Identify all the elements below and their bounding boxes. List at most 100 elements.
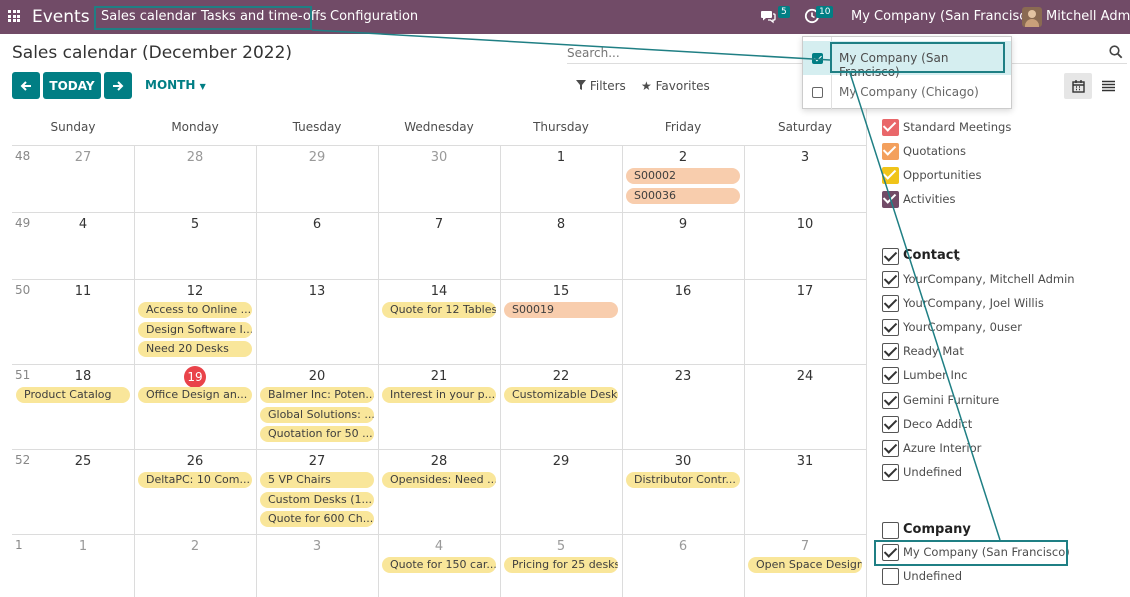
calendar-event[interactable]: Product Catalog bbox=[16, 387, 130, 403]
day-number[interactable]: 28 bbox=[180, 150, 210, 165]
day-number[interactable]: 27 bbox=[68, 150, 98, 165]
calendar-view-button[interactable] bbox=[1064, 73, 1092, 99]
day-number[interactable]: 29 bbox=[302, 150, 332, 165]
user-name[interactable]: Mitchell Admin bbox=[1046, 9, 1130, 24]
contact-checkbox[interactable] bbox=[882, 319, 899, 337]
day-number[interactable]: 1 bbox=[68, 539, 98, 554]
calendar-event[interactable]: Quote for 12 Tables bbox=[382, 302, 496, 318]
contact-checkbox[interactable] bbox=[882, 295, 899, 313]
chat-icon[interactable] bbox=[760, 8, 776, 28]
day-number[interactable]: 21 bbox=[424, 369, 454, 384]
scale-dropdown[interactable]: MONTH ▼ bbox=[145, 78, 206, 92]
day-number[interactable]: 2 bbox=[668, 150, 698, 165]
day-number[interactable]: 22 bbox=[546, 369, 576, 384]
calendar-event[interactable]: Access to Online ... bbox=[138, 302, 252, 318]
day-number[interactable]: 7 bbox=[424, 217, 454, 232]
calendar-event[interactable]: Quote for 150 car... bbox=[382, 557, 496, 573]
chevron-down-icon[interactable]: ⌄ bbox=[953, 250, 963, 264]
company-checkbox[interactable] bbox=[882, 568, 899, 585]
user-avatar[interactable] bbox=[1022, 7, 1042, 27]
contact-all-checkbox[interactable] bbox=[882, 248, 899, 265]
day-number[interactable]: 31 bbox=[790, 454, 820, 469]
day-number[interactable]: 20 bbox=[302, 369, 332, 384]
day-number[interactable]: 14 bbox=[424, 284, 454, 299]
day-number[interactable]: 4 bbox=[424, 539, 454, 554]
list-view-button[interactable] bbox=[1094, 73, 1122, 99]
day-number[interactable]: 10 bbox=[790, 217, 820, 232]
day-number[interactable]: 3 bbox=[790, 150, 820, 165]
contact-checkbox[interactable] bbox=[882, 415, 899, 433]
apps-grid-icon[interactable] bbox=[8, 10, 20, 22]
calendar-event[interactable]: S00002 bbox=[626, 168, 740, 184]
calendar-event[interactable]: Distributor Contr... bbox=[626, 472, 740, 488]
filters-button[interactable]: Filters bbox=[576, 79, 626, 93]
menu-configuration[interactable]: Configuration bbox=[330, 9, 418, 24]
company-switcher[interactable]: My Company (San Francisco) bbox=[851, 9, 1039, 24]
day-number[interactable]: 6 bbox=[668, 539, 698, 554]
calendar-event[interactable]: S00019 bbox=[504, 302, 618, 318]
day-number[interactable]: 29 bbox=[546, 454, 576, 469]
day-number[interactable]: 30 bbox=[424, 150, 454, 165]
contact-checkbox[interactable] bbox=[882, 271, 899, 288]
day-number[interactable]: 28 bbox=[424, 454, 454, 469]
day-number[interactable]: 5 bbox=[180, 217, 210, 232]
day-number[interactable]: 3 bbox=[302, 539, 332, 554]
contact-checkbox[interactable] bbox=[882, 463, 899, 481]
calendar-event[interactable]: Office Design an... bbox=[138, 387, 252, 403]
company-option-checkbox[interactable] bbox=[812, 87, 823, 98]
calendar-event[interactable]: Global Solutions: ... bbox=[260, 406, 374, 423]
app-name[interactable]: Events bbox=[32, 7, 90, 27]
day-number[interactable]: 25 bbox=[68, 454, 98, 469]
calendar-event[interactable]: 5 VP Chairs bbox=[260, 472, 374, 488]
day-number[interactable]: 5 bbox=[546, 539, 576, 554]
day-number[interactable]: 26 bbox=[180, 454, 210, 469]
favorites-button[interactable]: ★ Favorites bbox=[641, 79, 710, 93]
day-number[interactable]: 18 bbox=[68, 369, 98, 384]
next-button[interactable] bbox=[104, 72, 132, 99]
day-number[interactable]: 11 bbox=[68, 284, 98, 299]
calendar-event[interactable]: Design Software I... bbox=[138, 321, 252, 338]
calendar-event[interactable]: Pricing for 25 desks bbox=[504, 557, 618, 573]
calendar-event[interactable]: Need 20 Desks bbox=[138, 341, 252, 357]
day-number[interactable]: 7 bbox=[790, 539, 820, 554]
event-type-checkbox[interactable] bbox=[882, 167, 899, 184]
event-type-checkbox[interactable] bbox=[882, 191, 899, 208]
company-option-checkbox[interactable] bbox=[812, 53, 823, 64]
event-type-checkbox[interactable] bbox=[882, 119, 899, 136]
day-number[interactable]: 23 bbox=[668, 369, 698, 384]
day-number[interactable]: 12 bbox=[180, 284, 210, 299]
calendar-event[interactable]: Customizable Desk bbox=[504, 387, 618, 403]
day-number[interactable]: 6 bbox=[302, 217, 332, 232]
contact-checkbox[interactable] bbox=[882, 367, 899, 385]
day-number[interactable]: 17 bbox=[790, 284, 820, 299]
search-icon[interactable] bbox=[1109, 44, 1123, 63]
day-number[interactable]: 30 bbox=[668, 454, 698, 469]
event-type-checkbox[interactable] bbox=[882, 143, 899, 160]
day-number[interactable]: 16 bbox=[668, 284, 698, 299]
calendar-event[interactable]: DeltaPC: 10 Com... bbox=[138, 472, 252, 488]
calendar-event[interactable]: S00036 bbox=[626, 187, 740, 204]
calendar-event[interactable]: Custom Desks (1... bbox=[260, 491, 374, 508]
today-date[interactable]: 19 bbox=[184, 366, 206, 388]
contact-checkbox[interactable] bbox=[882, 343, 899, 361]
company-option[interactable]: My Company (Chicago) bbox=[803, 75, 1011, 109]
day-number[interactable]: 27 bbox=[302, 454, 332, 469]
calendar-event[interactable]: Balmer Inc: Poten... bbox=[260, 387, 374, 403]
day-number[interactable]: 8 bbox=[546, 217, 576, 232]
day-number[interactable]: 9 bbox=[668, 217, 698, 232]
calendar-event[interactable]: Quote for 600 Ch... bbox=[260, 511, 374, 527]
day-number[interactable]: 15 bbox=[546, 284, 576, 299]
day-number[interactable]: 13 bbox=[302, 284, 332, 299]
contact-checkbox[interactable] bbox=[882, 391, 899, 409]
day-number[interactable]: 4 bbox=[68, 217, 98, 232]
previous-button[interactable] bbox=[12, 72, 40, 99]
contact-checkbox[interactable] bbox=[882, 439, 899, 457]
calendar-event[interactable]: Quotation for 50 ... bbox=[260, 426, 374, 442]
calendar-event[interactable]: Open Space Design bbox=[748, 557, 862, 573]
day-number[interactable]: 2 bbox=[180, 539, 210, 554]
today-button[interactable]: TODAY bbox=[43, 72, 101, 99]
day-number[interactable]: 1 bbox=[546, 150, 576, 165]
company-all-checkbox[interactable] bbox=[882, 522, 899, 539]
calendar-event[interactable]: Opensides: Need ... bbox=[382, 472, 496, 488]
calendar-event[interactable]: Interest in your p... bbox=[382, 387, 496, 403]
